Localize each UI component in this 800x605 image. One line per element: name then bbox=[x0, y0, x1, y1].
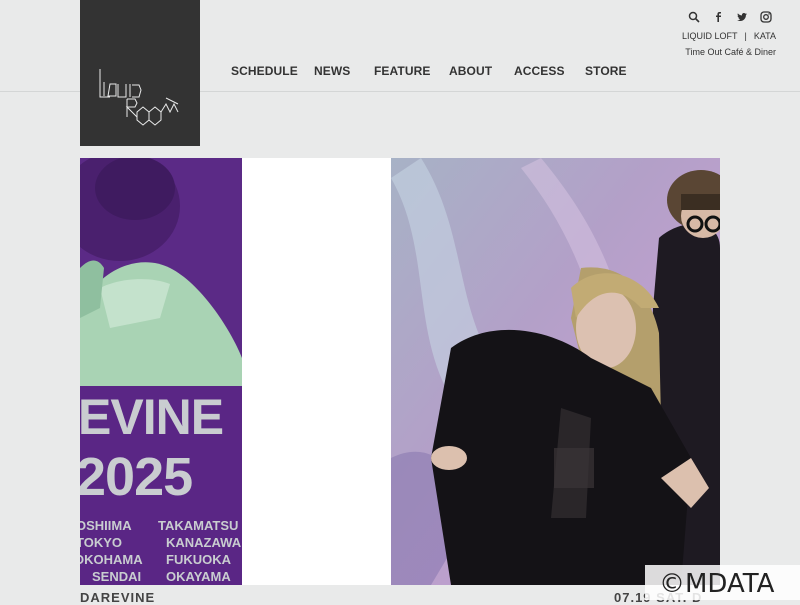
hero-slideshow[interactable]: EVINE 2025 OSHIIMA TAKAMATSU TOKYO KANAZ… bbox=[80, 158, 720, 585]
time-out-cafe-link[interactable]: Time Out Café & Diner bbox=[685, 47, 776, 57]
liquid-loft-link[interactable]: LIQUID LOFT bbox=[682, 31, 738, 41]
utility-links: LIQUID LOFT | KATA Time Out Café & Diner bbox=[656, 9, 776, 69]
poster-city: OSHIIMA bbox=[80, 518, 132, 533]
poster-city: KANAZAWA bbox=[166, 535, 242, 550]
nav-schedule[interactable]: SCHEDULE bbox=[231, 64, 298, 78]
band-photo-slide[interactable] bbox=[391, 158, 720, 585]
event-caption-title[interactable]: DAREVINE bbox=[80, 590, 155, 605]
kata-link[interactable]: KATA bbox=[754, 31, 776, 41]
twitter-icon[interactable] bbox=[734, 9, 750, 25]
nav-feature[interactable]: FEATURE bbox=[374, 64, 430, 78]
venue-separator: | bbox=[744, 31, 747, 41]
watermark: ©MDATA bbox=[645, 565, 800, 600]
nav-access[interactable]: ACCESS bbox=[514, 64, 565, 78]
band-photo bbox=[391, 158, 720, 585]
poster-city: FUKUOKA bbox=[166, 552, 231, 567]
nav-about[interactable]: ABOUT bbox=[449, 64, 492, 78]
blank-slide[interactable] bbox=[242, 158, 392, 585]
poster-year: 2025 bbox=[80, 447, 193, 507]
nav-store[interactable]: STORE bbox=[585, 64, 627, 78]
nav-news[interactable]: NEWS bbox=[314, 64, 350, 78]
tour-poster-slide[interactable]: EVINE 2025 OSHIIMA TAKAMATSU TOKYO KANAZ… bbox=[80, 158, 242, 585]
search-icon[interactable] bbox=[686, 9, 702, 25]
poster-title: EVINE bbox=[80, 389, 224, 445]
poster-city: OKAYAMA bbox=[166, 569, 231, 584]
instagram-icon[interactable] bbox=[758, 9, 774, 25]
sister-venues: LIQUID LOFT | KATA bbox=[682, 31, 776, 41]
watermark-text: ©MDATA bbox=[659, 569, 775, 599]
poster-photo bbox=[80, 158, 242, 386]
poster-city: TAKAMATSU bbox=[158, 518, 239, 533]
poster-city: TOKYO bbox=[80, 535, 122, 550]
poster-city: SENDAI bbox=[92, 569, 142, 584]
poster-city: OKOHAMA bbox=[80, 552, 143, 567]
facebook-icon[interactable] bbox=[710, 9, 726, 25]
